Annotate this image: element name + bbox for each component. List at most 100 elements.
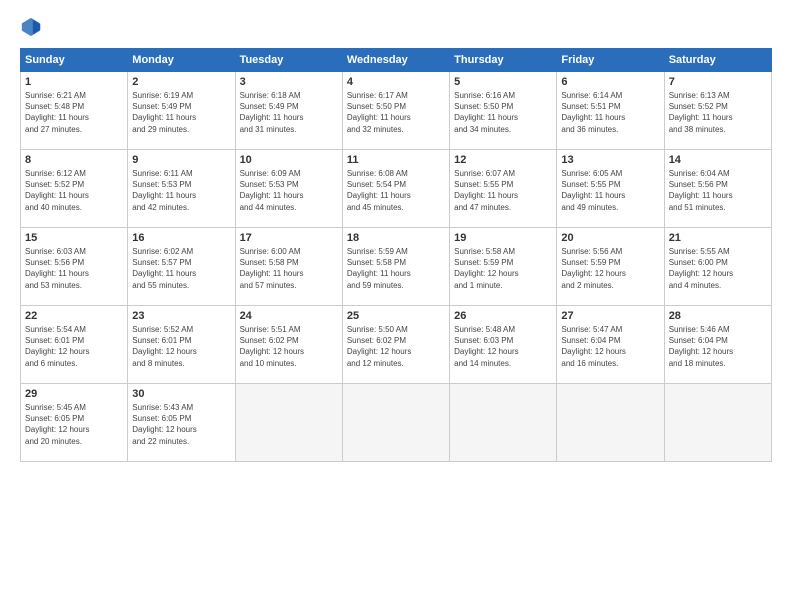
day-info: Sunrise: 6:12 AM Sunset: 5:52 PM Dayligh… (25, 168, 123, 213)
day-number: 11 (347, 154, 445, 166)
day-number: 20 (561, 232, 659, 244)
day-info: Sunrise: 6:17 AM Sunset: 5:50 PM Dayligh… (347, 90, 445, 135)
calendar-cell: 5 Sunrise: 6:16 AM Sunset: 5:50 PM Daylig… (450, 72, 557, 150)
day-number: 28 (669, 310, 767, 322)
calendar-cell: 16 Sunrise: 6:02 AM Sunset: 5:57 PM Dayli… (128, 228, 235, 306)
day-info: Sunrise: 5:46 AM Sunset: 6:04 PM Dayligh… (669, 324, 767, 369)
col-header-sunday: Sunday (21, 49, 128, 72)
calendar-cell: 3 Sunrise: 6:18 AM Sunset: 5:49 PM Daylig… (235, 72, 342, 150)
day-info: Sunrise: 6:13 AM Sunset: 5:52 PM Dayligh… (669, 90, 767, 135)
calendar-cell: 20 Sunrise: 5:56 AM Sunset: 5:59 PM Dayli… (557, 228, 664, 306)
calendar-cell: 6 Sunrise: 6:14 AM Sunset: 5:51 PM Daylig… (557, 72, 664, 150)
calendar-cell: 21 Sunrise: 5:55 AM Sunset: 6:00 PM Dayli… (664, 228, 771, 306)
day-info: Sunrise: 5:48 AM Sunset: 6:03 PM Dayligh… (454, 324, 552, 369)
calendar-cell: 25 Sunrise: 5:50 AM Sunset: 6:02 PM Dayli… (342, 306, 449, 384)
calendar-cell: 9 Sunrise: 6:11 AM Sunset: 5:53 PM Daylig… (128, 150, 235, 228)
col-header-friday: Friday (557, 49, 664, 72)
day-number: 30 (132, 388, 230, 400)
day-number: 16 (132, 232, 230, 244)
day-info: Sunrise: 6:16 AM Sunset: 5:50 PM Dayligh… (454, 90, 552, 135)
day-number: 19 (454, 232, 552, 244)
day-info: Sunrise: 6:11 AM Sunset: 5:53 PM Dayligh… (132, 168, 230, 213)
calendar-cell (235, 384, 342, 462)
day-number: 2 (132, 76, 230, 88)
page-header (20, 16, 772, 38)
calendar-cell: 10 Sunrise: 6:09 AM Sunset: 5:53 PM Dayli… (235, 150, 342, 228)
day-info: Sunrise: 5:59 AM Sunset: 5:58 PM Dayligh… (347, 246, 445, 291)
calendar-cell: 26 Sunrise: 5:48 AM Sunset: 6:03 PM Dayli… (450, 306, 557, 384)
day-number: 17 (240, 232, 338, 244)
col-header-wednesday: Wednesday (342, 49, 449, 72)
day-info: Sunrise: 5:47 AM Sunset: 6:04 PM Dayligh… (561, 324, 659, 369)
calendar-cell (664, 384, 771, 462)
day-info: Sunrise: 6:05 AM Sunset: 5:55 PM Dayligh… (561, 168, 659, 213)
day-number: 6 (561, 76, 659, 88)
calendar-cell (450, 384, 557, 462)
calendar-cell: 19 Sunrise: 5:58 AM Sunset: 5:59 PM Dayli… (450, 228, 557, 306)
day-info: Sunrise: 5:43 AM Sunset: 6:05 PM Dayligh… (132, 402, 230, 447)
day-number: 27 (561, 310, 659, 322)
day-info: Sunrise: 5:55 AM Sunset: 6:00 PM Dayligh… (669, 246, 767, 291)
calendar-cell: 14 Sunrise: 6:04 AM Sunset: 5:56 PM Dayli… (664, 150, 771, 228)
col-header-monday: Monday (128, 49, 235, 72)
day-info: Sunrise: 6:07 AM Sunset: 5:55 PM Dayligh… (454, 168, 552, 213)
day-info: Sunrise: 6:09 AM Sunset: 5:53 PM Dayligh… (240, 168, 338, 213)
calendar-cell: 29 Sunrise: 5:45 AM Sunset: 6:05 PM Dayli… (21, 384, 128, 462)
logo-icon (20, 16, 42, 38)
calendar-cell: 1Sunrise: 6:21 AM Sunset: 5:48 PM Daylig… (21, 72, 128, 150)
day-number: 1 (25, 76, 123, 88)
day-number: 25 (347, 310, 445, 322)
calendar-cell: 22Sunrise: 5:54 AM Sunset: 6:01 PM Dayli… (21, 306, 128, 384)
calendar-cell: 28 Sunrise: 5:46 AM Sunset: 6:04 PM Dayli… (664, 306, 771, 384)
day-number: 26 (454, 310, 552, 322)
calendar-cell: 7 Sunrise: 6:13 AM Sunset: 5:52 PM Daylig… (664, 72, 771, 150)
day-number: 10 (240, 154, 338, 166)
calendar-cell: 27 Sunrise: 5:47 AM Sunset: 6:04 PM Dayli… (557, 306, 664, 384)
day-number: 14 (669, 154, 767, 166)
day-info: Sunrise: 6:00 AM Sunset: 5:58 PM Dayligh… (240, 246, 338, 291)
day-info: Sunrise: 5:56 AM Sunset: 5:59 PM Dayligh… (561, 246, 659, 291)
day-info: Sunrise: 5:50 AM Sunset: 6:02 PM Dayligh… (347, 324, 445, 369)
day-info: Sunrise: 6:04 AM Sunset: 5:56 PM Dayligh… (669, 168, 767, 213)
day-number: 9 (132, 154, 230, 166)
calendar-cell: 8Sunrise: 6:12 AM Sunset: 5:52 PM Daylig… (21, 150, 128, 228)
day-number: 23 (132, 310, 230, 322)
day-number: 4 (347, 76, 445, 88)
day-number: 5 (454, 76, 552, 88)
day-info: Sunrise: 6:02 AM Sunset: 5:57 PM Dayligh… (132, 246, 230, 291)
calendar-cell: 13 Sunrise: 6:05 AM Sunset: 5:55 PM Dayli… (557, 150, 664, 228)
day-info: Sunrise: 5:51 AM Sunset: 6:02 PM Dayligh… (240, 324, 338, 369)
day-info: Sunrise: 6:14 AM Sunset: 5:51 PM Dayligh… (561, 90, 659, 135)
day-number: 3 (240, 76, 338, 88)
calendar-cell: 30 Sunrise: 5:43 AM Sunset: 6:05 PM Dayli… (128, 384, 235, 462)
calendar-cell: 23 Sunrise: 5:52 AM Sunset: 6:01 PM Dayli… (128, 306, 235, 384)
calendar-table: SundayMondayTuesdayWednesdayThursdayFrid… (20, 48, 772, 462)
day-number: 18 (347, 232, 445, 244)
calendar-cell: 4 Sunrise: 6:17 AM Sunset: 5:50 PM Daylig… (342, 72, 449, 150)
col-header-thursday: Thursday (450, 49, 557, 72)
calendar-cell: 24 Sunrise: 5:51 AM Sunset: 6:02 PM Dayli… (235, 306, 342, 384)
logo (20, 16, 46, 38)
day-number: 24 (240, 310, 338, 322)
col-header-tuesday: Tuesday (235, 49, 342, 72)
day-info: Sunrise: 5:52 AM Sunset: 6:01 PM Dayligh… (132, 324, 230, 369)
calendar-cell (342, 384, 449, 462)
col-header-saturday: Saturday (664, 49, 771, 72)
day-info: Sunrise: 6:03 AM Sunset: 5:56 PM Dayligh… (25, 246, 123, 291)
day-number: 7 (669, 76, 767, 88)
calendar-cell: 15 Sunrise: 6:03 AM Sunset: 5:56 PM Dayli… (21, 228, 128, 306)
day-number: 15 (25, 232, 123, 244)
day-number: 29 (25, 388, 123, 400)
day-number: 22 (25, 310, 123, 322)
day-info: Sunrise: 6:18 AM Sunset: 5:49 PM Dayligh… (240, 90, 338, 135)
calendar-cell: 2 Sunrise: 6:19 AM Sunset: 5:49 PM Daylig… (128, 72, 235, 150)
calendar-cell: 12 Sunrise: 6:07 AM Sunset: 5:55 PM Dayli… (450, 150, 557, 228)
day-number: 21 (669, 232, 767, 244)
day-number: 12 (454, 154, 552, 166)
calendar-cell: 18 Sunrise: 5:59 AM Sunset: 5:58 PM Dayli… (342, 228, 449, 306)
day-info: Sunrise: 6:08 AM Sunset: 5:54 PM Dayligh… (347, 168, 445, 213)
day-info: Sunrise: 5:45 AM Sunset: 6:05 PM Dayligh… (25, 402, 123, 447)
day-number: 13 (561, 154, 659, 166)
day-info: Sunrise: 6:19 AM Sunset: 5:49 PM Dayligh… (132, 90, 230, 135)
day-info: Sunrise: 5:58 AM Sunset: 5:59 PM Dayligh… (454, 246, 552, 291)
